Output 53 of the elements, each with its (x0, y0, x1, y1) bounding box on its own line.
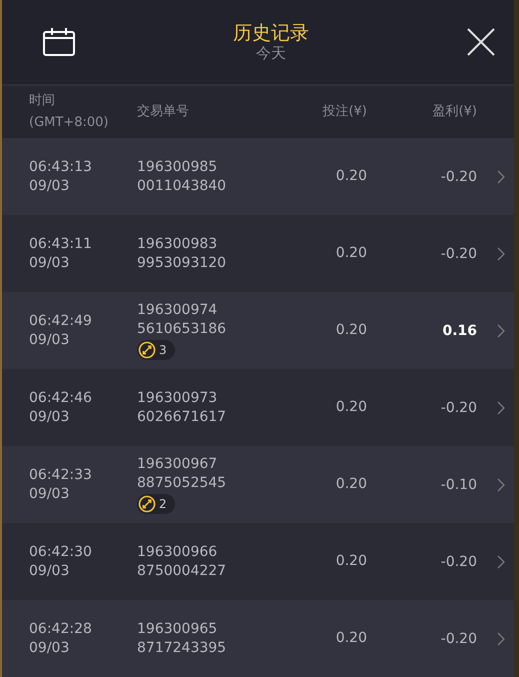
bet-cell-text: 0.20 (334, 552, 367, 571)
transaction-id: 196300974 5610653186 (137, 301, 226, 339)
chevron-right-icon (496, 170, 504, 184)
profit-cell-text: -0.20 (440, 246, 477, 262)
bet-cell-text: 0.20 (334, 167, 367, 186)
profit-cell-text: -0.20 (440, 400, 477, 416)
time-cell-text: 06:42:46 09/03 (29, 388, 93, 426)
transaction-id: 196300966 8750004227 (137, 542, 226, 580)
bet-cell-text: 0.20 (334, 398, 367, 417)
history-row[interactable]: 06:43:13 09/03 196300985 0011043840 0.20 -0.20 (2, 138, 514, 215)
time-cell-text: 06:42:33 09/03 (29, 466, 93, 504)
calendar-button[interactable] (42, 27, 76, 57)
calendar-icon (42, 27, 76, 57)
history-row[interactable]: 06:42:33 09/03 196300967 8875052545 2 0.20 -0.10 (2, 446, 514, 523)
time-cell-text: 06:42:30 09/03 (29, 542, 93, 580)
spin-icon (138, 341, 156, 359)
bet-cell-text: 0.20 (334, 244, 367, 263)
transaction-id: 196300967 8875052545 (137, 455, 226, 493)
column-header: 时间 (GMT+8:00) (29, 92, 110, 132)
profit-cell-text: -0.20 (440, 168, 477, 184)
badge-count: 2 (159, 496, 167, 512)
badge-count: 3 (159, 342, 167, 358)
bet-cell-text: 0.20 (334, 475, 367, 494)
chevron-right-icon (496, 246, 504, 260)
transaction-id: 196300985 0011043840 (137, 158, 226, 196)
column-header: 交易单号 (137, 103, 190, 121)
chevron-right-icon (496, 632, 504, 646)
chevron-right-icon (496, 400, 504, 414)
transaction-id: 196300965 8717243395 (137, 620, 226, 658)
chevron-right-icon (496, 478, 504, 492)
transaction-id: 196300973 6026671617 (137, 388, 226, 426)
panel-title: 历史记录 (233, 22, 309, 44)
time-cell-text: 06:42:49 09/03 (29, 312, 93, 350)
time-cell-text: 06:43:11 09/03 (29, 234, 93, 272)
panel-subtitle: 今天 (256, 44, 286, 62)
column-header: 投注(¥) (322, 103, 367, 121)
chevron-right-icon (496, 554, 504, 568)
profit-cell-text: -0.10 (440, 476, 477, 492)
history-row[interactable]: 06:42:28 09/03 196300965 8717243395 0.20 -0.20 (2, 600, 514, 677)
bet-cell-text: 0.20 (334, 629, 367, 648)
history-row[interactable]: 06:42:49 09/03 196300974 5610653186 3 0.20 0.16 (2, 292, 514, 369)
time-cell-text: 06:43:13 09/03 (29, 158, 93, 196)
column-header: 盈利(¥) (432, 103, 477, 121)
profit-cell-text: 0.16 (441, 322, 477, 338)
bet-cell-text: 0.20 (334, 321, 367, 340)
close-button[interactable] (466, 27, 496, 57)
transaction-id: 196300983 9953093120 (137, 234, 226, 272)
chevron-right-icon (496, 324, 504, 338)
close-icon (466, 27, 496, 57)
time-cell-text: 06:42:28 09/03 (29, 620, 93, 658)
profit-cell-text: -0.20 (440, 630, 477, 646)
spin-icon (138, 495, 156, 513)
profit-cell-text: -0.20 (440, 554, 477, 570)
